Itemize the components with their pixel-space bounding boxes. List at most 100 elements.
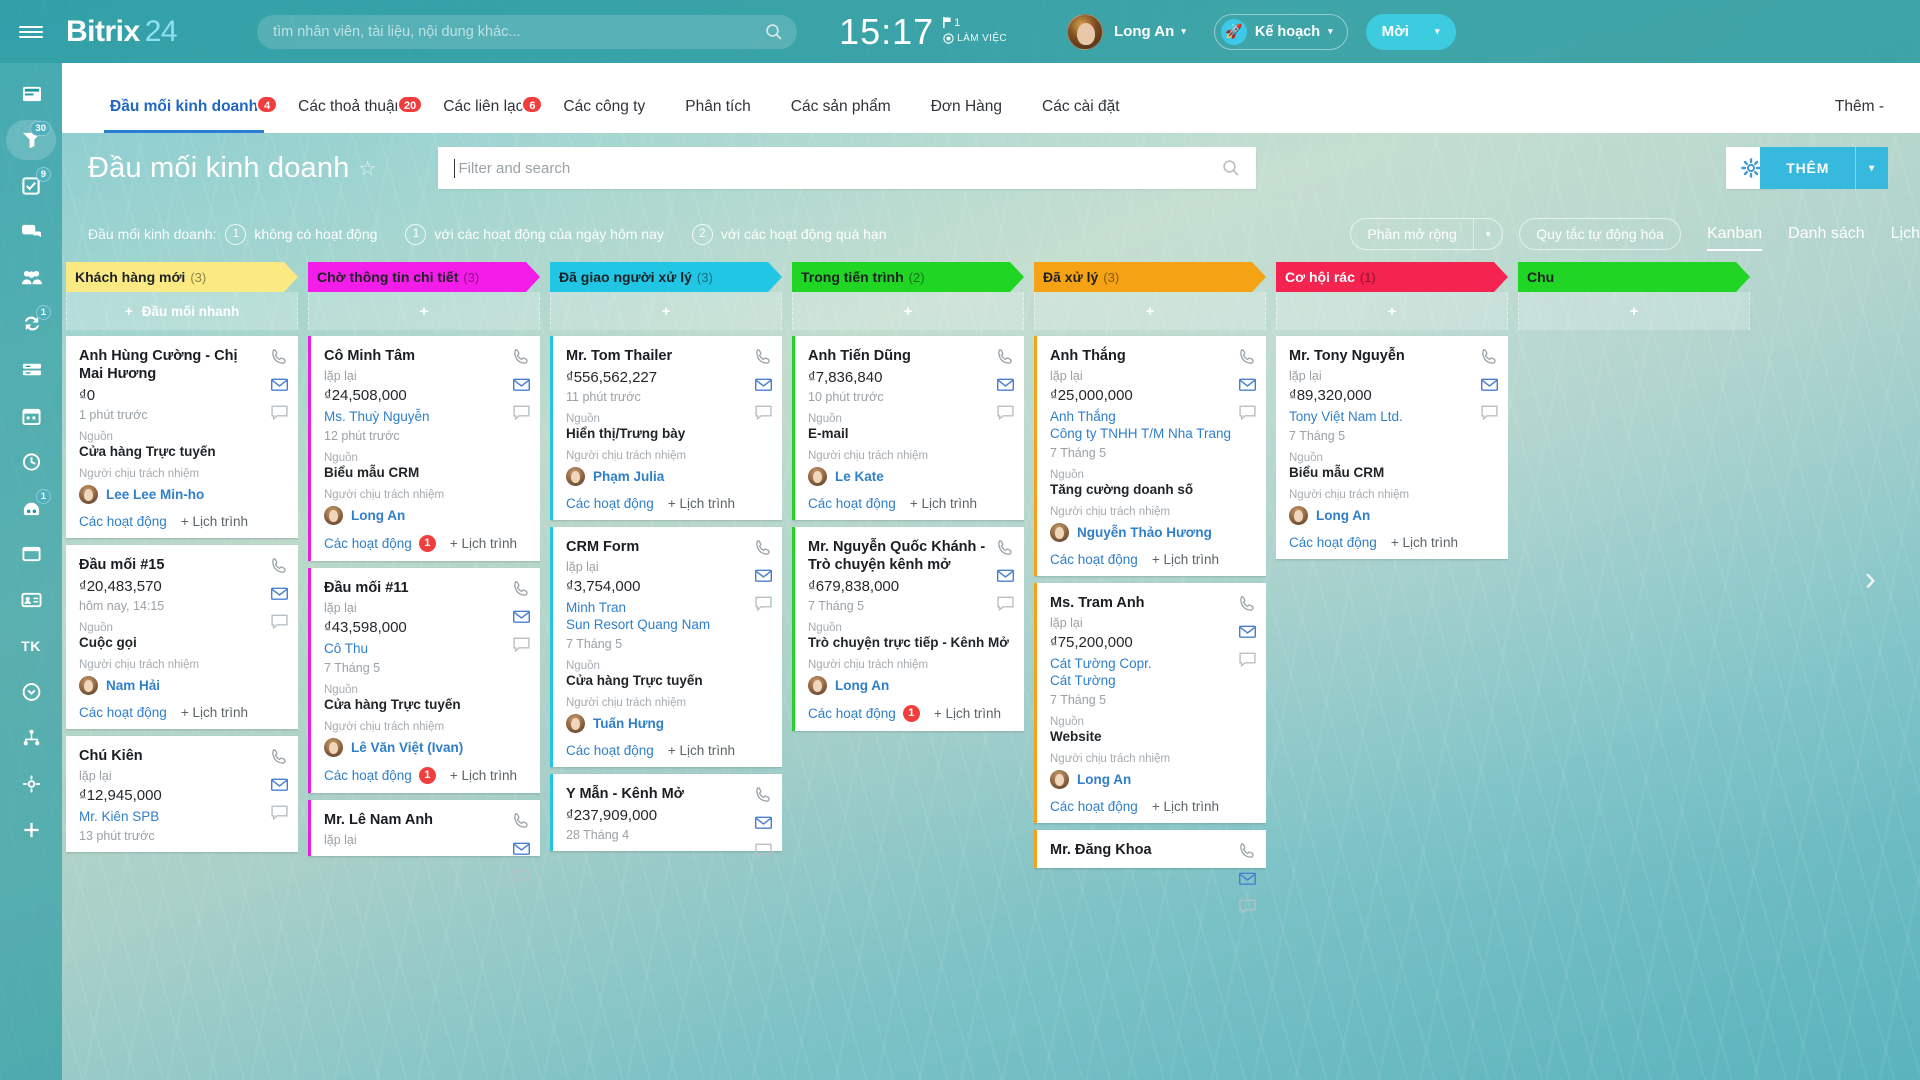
plan-button[interactable]: 🚀 Kế hoạch ▾: [1213, 13, 1348, 50]
star-outline-icon[interactable]: ☆: [359, 156, 377, 181]
comment-icon[interactable]: [270, 803, 289, 822]
mail-icon[interactable]: [996, 566, 1015, 585]
kanban-card[interactable]: Đầu mối #15 ₫20,483,570 hôm nay, 14:15 Nguồ…: [66, 545, 298, 729]
phone-icon[interactable]: [996, 538, 1015, 557]
kanban-column-add-button[interactable]: +: [1034, 292, 1266, 330]
card-activities-link[interactable]: Các hoạt động: [1050, 552, 1138, 567]
expand-button[interactable]: Phần mở rộng ▾: [1350, 218, 1504, 250]
phone-icon[interactable]: [270, 747, 289, 766]
view-tab-2[interactable]: Lịch: [1891, 225, 1920, 243]
mail-icon[interactable]: [270, 584, 289, 603]
mail-icon[interactable]: [1480, 375, 1499, 394]
mail-icon[interactable]: [754, 813, 773, 832]
kanban-card[interactable]: Mr. Nguyễn Quốc Khánh - Trò chuyện kênh …: [792, 527, 1024, 731]
search-icon[interactable]: [1222, 159, 1240, 177]
phone-icon[interactable]: [1238, 347, 1257, 366]
card-schedule-link[interactable]: + Lịch trình: [450, 768, 517, 783]
sidebar-item-bots[interactable]: 1: [0, 485, 62, 531]
nav-tab-1[interactable]: Các thoả thuận 20: [278, 95, 424, 133]
card-activities-link[interactable]: Các hoạt động 1: [808, 705, 920, 722]
filter-chip-2[interactable]: 2 với các hoạt động quá hạn: [691, 223, 887, 245]
sidebar-item-add[interactable]: [0, 807, 62, 853]
nav-tab-2[interactable]: Các liên lạc 6: [423, 95, 544, 133]
clock-widget[interactable]: 15:17 1 LÀM VIỆC: [839, 13, 1007, 50]
phone-icon[interactable]: [754, 347, 773, 366]
card-contact-link[interactable]: Cát Tường Copr. Cát Tường: [1050, 655, 1254, 689]
sidebar-item-automation[interactable]: 1: [0, 301, 62, 347]
comment-icon[interactable]: [996, 594, 1015, 613]
scroll-right-arrow[interactable]: ›: [1865, 560, 1876, 599]
card-activities-link[interactable]: Các hoạt động 1: [324, 535, 436, 552]
card-owner[interactable]: Nguyễn Thảo Hương: [1050, 523, 1254, 542]
menu-toggle-button[interactable]: [0, 0, 62, 63]
card-owner[interactable]: Phạm Julia: [566, 467, 770, 486]
kanban-column-header[interactable]: Đã xử lý (3): [1034, 262, 1266, 292]
phone-icon[interactable]: [1238, 841, 1257, 860]
kanban-card[interactable]: Mr. Tom Thailer ₫556,562,227 11 phút trước…: [550, 336, 782, 520]
sidebar-item-sitemap[interactable]: [0, 715, 62, 761]
mail-icon[interactable]: [512, 839, 531, 858]
avatar[interactable]: [1067, 13, 1104, 50]
card-schedule-link[interactable]: + Lịch trình: [1391, 535, 1458, 550]
card-activities-link[interactable]: Các hoạt động: [79, 514, 167, 529]
card-owner[interactable]: Long An: [1289, 506, 1496, 525]
phone-icon[interactable]: [512, 579, 531, 598]
add-lead-button[interactable]: THÊM ▾: [1760, 147, 1888, 189]
sidebar-item-feed[interactable]: [0, 71, 62, 117]
card-contact-link[interactable]: Cô Thu: [324, 640, 528, 657]
comment-icon[interactable]: [1480, 403, 1499, 422]
comment-icon[interactable]: [512, 635, 531, 654]
comment-icon[interactable]: [512, 867, 531, 886]
card-schedule-link[interactable]: + Lịch trình: [668, 743, 735, 758]
mail-icon[interactable]: [1238, 622, 1257, 641]
kanban-column-add-button[interactable]: +: [792, 292, 1024, 330]
comment-icon[interactable]: [1238, 897, 1257, 916]
mail-icon[interactable]: [996, 375, 1015, 394]
nav-tab-3[interactable]: Các công ty: [543, 98, 665, 133]
kanban-column-add-button[interactable]: +: [550, 292, 782, 330]
invite-button[interactable]: Mời ▾: [1365, 13, 1456, 50]
card-schedule-link[interactable]: + Lịch trình: [668, 496, 735, 511]
kanban-column-add-button[interactable]: +: [1276, 292, 1508, 330]
kanban-card[interactable]: Mr. Đăng Khoa: [1034, 830, 1266, 915]
kanban-card[interactable]: Anh Hùng Cường - Chị Mai Hương ₫0 1 phút t…: [66, 336, 298, 538]
comment-icon[interactable]: [754, 594, 773, 613]
kanban-card[interactable]: CRM Form lặp lại ₫3,754,000 Minh Tran Sun Re…: [550, 527, 782, 767]
comment-icon[interactable]: [1238, 403, 1257, 422]
kanban-card[interactable]: Ms. Tram Anh lặp lại ₫75,200,000 Cát Tường …: [1034, 583, 1266, 823]
card-contact-link[interactable]: Ms. Thuỳ Nguyễn: [324, 408, 528, 425]
card-owner[interactable]: Le Kate: [808, 467, 1012, 486]
sidebar-item-more[interactable]: [0, 669, 62, 715]
card-contact-link[interactable]: Anh Thắng Công ty TNHH T/M Nha Trang: [1050, 408, 1254, 442]
filter-chip-1[interactable]: 1 với các hoạt động của ngày hôm nay: [405, 223, 664, 245]
card-owner[interactable]: Tuấn Hưng: [566, 714, 770, 733]
filter-search-input[interactable]: Filter and search: [438, 147, 1257, 189]
nav-tab-6[interactable]: Đơn Hàng: [911, 98, 1022, 133]
view-tab-0[interactable]: Kanban: [1706, 225, 1763, 251]
automation-rules-button[interactable]: Quy tắc tự động hóa: [1519, 218, 1681, 250]
card-activities-link[interactable]: Các hoạt động: [1289, 535, 1377, 550]
kanban-card[interactable]: Mr. Tony Nguyễn lặp lại ₫89,320,000 Tony Vi…: [1276, 336, 1508, 559]
card-owner[interactable]: Lê Văn Việt (Ivan): [324, 738, 528, 757]
nav-tab-4[interactable]: Phân tích: [665, 98, 771, 133]
phone-icon[interactable]: [512, 347, 531, 366]
user-menu[interactable]: Long An ▾: [1114, 23, 1186, 40]
card-contact-link[interactable]: Minh Tran Sun Resort Quang Nam: [566, 599, 770, 633]
card-owner[interactable]: Nam Hải: [79, 676, 286, 695]
kanban-column-header[interactable]: Chờ thông tin chi tiết (3): [308, 262, 540, 292]
sidebar-item-calendar[interactable]: [0, 393, 62, 439]
comment-icon[interactable]: [512, 403, 531, 422]
card-owner[interactable]: Lee Lee Min-ho: [79, 485, 286, 504]
mail-icon[interactable]: [1238, 869, 1257, 888]
card-activities-link[interactable]: Các hoạt động 1: [324, 767, 436, 784]
kanban-card[interactable]: Đầu mối #11 lặp lại ₫43,598,000 Cô Thu 7 Thá…: [308, 568, 540, 793]
comment-icon[interactable]: [270, 403, 289, 422]
kanban-column-header[interactable]: Trong tiến trình (2): [792, 262, 1024, 292]
kanban-column-header[interactable]: Khách hàng mới (3): [66, 262, 298, 292]
phone-icon[interactable]: [754, 785, 773, 804]
phone-icon[interactable]: [1480, 347, 1499, 366]
filter-chip-0[interactable]: 1 không có hoạt động: [225, 223, 377, 245]
phone-icon[interactable]: [1238, 594, 1257, 613]
sidebar-item-groups[interactable]: [0, 255, 62, 301]
kanban-card[interactable]: Cô Minh Tâm lặp lại ₫24,508,000 Ms. Thuỳ Ng…: [308, 336, 540, 561]
